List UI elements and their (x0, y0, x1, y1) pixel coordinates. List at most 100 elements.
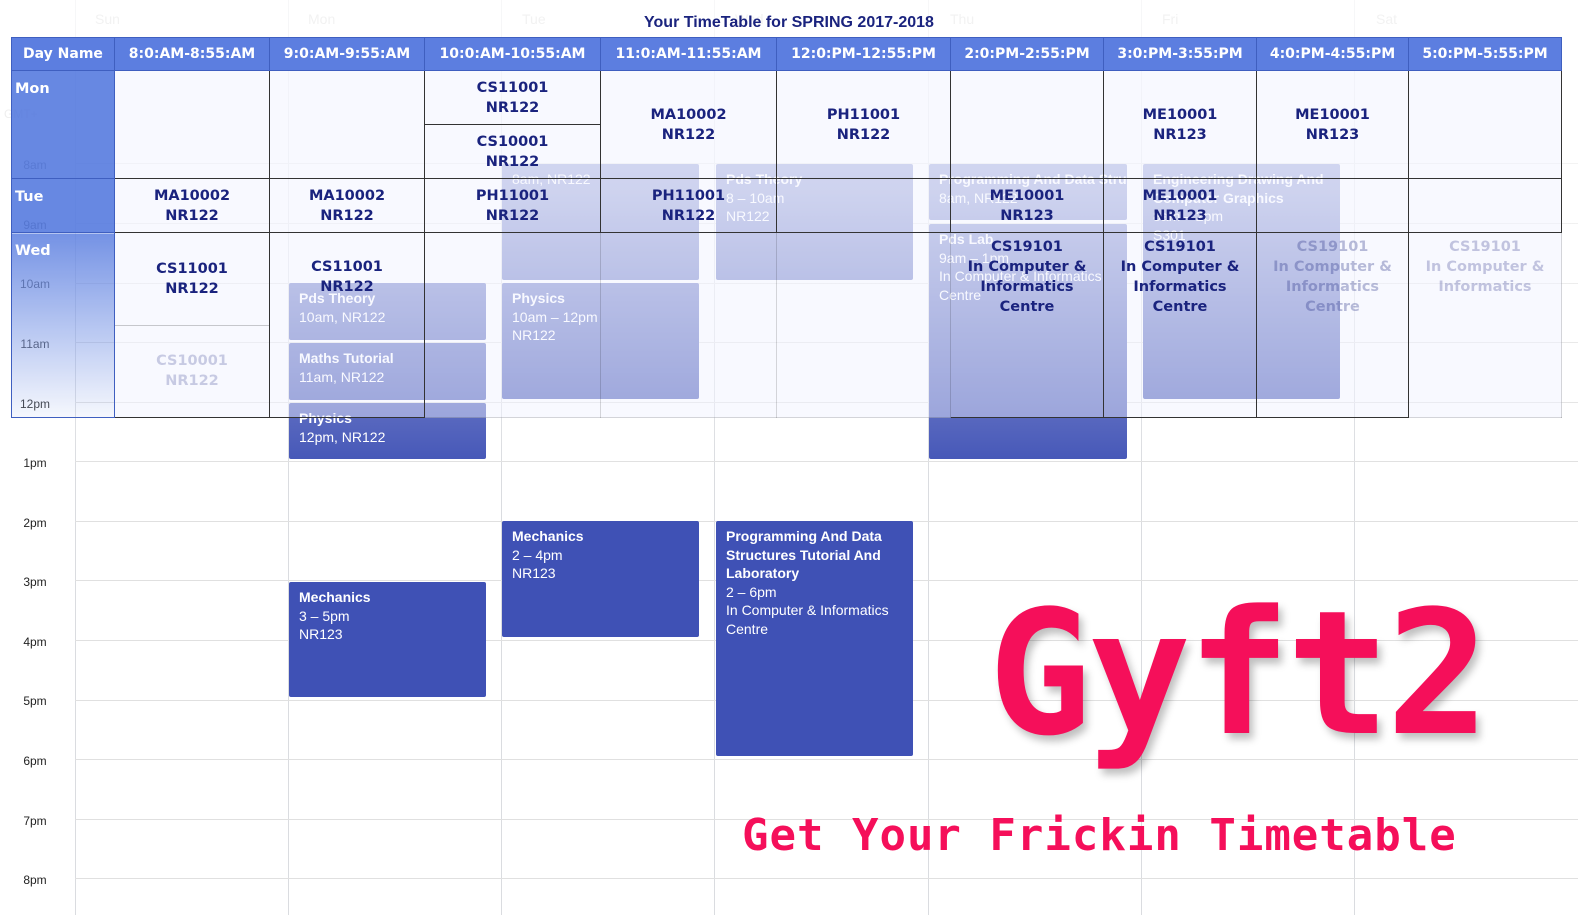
gyft2-logo: Gyft2 (988, 573, 1490, 774)
course-code: MA10002 (153, 187, 231, 204)
timetable-row-wed: Wed CS11001 NR122 CS10001 NR122 CS11001 … (11, 232, 1562, 418)
event-detail: NR123 (512, 565, 556, 581)
timetable-cell-split: CS11001 NR122 CS10001 NR122 (424, 70, 601, 179)
course-room: In Computer & Informatics Centre (1273, 259, 1392, 315)
timetable-cell (950, 70, 1104, 179)
course-code: MA10002 (650, 106, 727, 123)
course-code: ME10001 (1142, 187, 1218, 204)
hour-label: 1pm (23, 456, 47, 470)
hour-label: 7pm (23, 814, 47, 828)
course-code: ME10001 (989, 187, 1065, 204)
header-slot: 8:0:AM-8:55:AM (114, 37, 270, 71)
course-room: In Computer & Informatics (1425, 259, 1545, 295)
timetable-cell (776, 232, 951, 418)
hour-label: 3pm (23, 575, 47, 589)
day-name-cell: Wed (11, 232, 115, 418)
event-detail: 2 – 4pm (512, 546, 563, 563)
course-room: NR122 (165, 207, 219, 224)
course-code: ME10001 (1295, 106, 1370, 123)
course-room: NR123 (1000, 207, 1054, 224)
header-slot: 10:0:AM-10:55:AM (424, 37, 601, 71)
timetable-cell: CS11001 NR122 (269, 232, 425, 418)
timetable-cell: CS19101 In Computer & Informatics (1408, 232, 1562, 418)
timetable-cell (600, 232, 777, 418)
course-code: PH11001 (475, 187, 550, 204)
event-detail: NR123 (299, 626, 343, 642)
timetable-cell: PH11001 NR122 (600, 178, 777, 233)
course-room: NR122 (485, 153, 540, 170)
course-room: NR122 (836, 126, 891, 143)
event-detail: 3 – 5pm (299, 607, 350, 624)
timetable-cell (114, 70, 270, 179)
course-room: NR122 (165, 373, 219, 390)
timetable-cell: MA10002 NR122 (114, 178, 270, 233)
timetable-cell: MA10002 NR122 (269, 178, 425, 233)
header-day-name: Day Name (11, 37, 115, 71)
header-slot: 11:0:AM-11:55:AM (600, 37, 777, 71)
hour-label: 4pm (23, 635, 47, 649)
timetable-cell: MA10002 NR122 (600, 70, 777, 179)
header-slot: 3:0:PM-3:55:PM (1103, 37, 1257, 71)
timetable-grid: Day Name 8:0:AM-8:55:AM 9:0:AM-9:55:AM 1… (11, 37, 1562, 418)
timetable-cell: ME10001 NR123 (1103, 70, 1257, 179)
timetable-cell (424, 232, 601, 418)
hour-line (75, 461, 1578, 462)
calendar-event[interactable]: Mechanics 2 – 4pm NR123 (502, 521, 699, 637)
timetable-cell: CS19101 In Computer & Informatics Centre (1256, 232, 1409, 418)
course-code: CS11001 (156, 260, 228, 277)
course-room: NR122 (320, 207, 374, 224)
course-room: NR123 (1305, 126, 1360, 143)
course-code: CS11001 (311, 259, 383, 275)
timetable-cell: PH11001 NR122 (776, 70, 951, 179)
course-room: NR122 (661, 126, 716, 143)
course-code: CS19101 (991, 239, 1063, 255)
header-slot: 5:0:PM-5:55:PM (1408, 37, 1562, 71)
course-code: PH11001 (651, 187, 726, 204)
timetable-cell-split: CS11001 NR122 CS10001 NR122 (114, 232, 270, 418)
timetable-row-tue: Tue MA10002 NR122 MA10002 NR122 PH11001 … (11, 178, 1562, 233)
hour-line (75, 878, 1578, 879)
course-code: CS10001 (476, 133, 549, 150)
course-code: ME10001 (1142, 106, 1218, 123)
event-detail: In Computer & Informatics Centre (726, 602, 889, 637)
course-room: NR122 (661, 207, 716, 224)
course-room: NR123 (1153, 126, 1207, 143)
course-code: CS19101 (1296, 239, 1369, 255)
header-slot: 12:0:PM-12:55:PM (776, 37, 951, 71)
event-detail: 12pm, NR122 (299, 428, 386, 445)
course-room: NR122 (485, 207, 540, 224)
timetable-cell: ME10001 NR123 (950, 178, 1104, 233)
tagline: Get Your Frickin Timetable (742, 810, 1457, 861)
hour-label: 6pm (23, 754, 47, 768)
course-code: MA10002 (308, 187, 386, 204)
calendar-event[interactable]: Mechanics 3 – 5pm NR123 (289, 582, 486, 697)
day-name-cell: Mon (11, 70, 115, 179)
timetable-cell (269, 70, 425, 179)
course-code: CS19101 (1144, 239, 1216, 255)
hour-label: 2pm (23, 516, 47, 530)
course-code: CS10001 (156, 353, 228, 370)
event-detail: 2 – 6pm (726, 583, 777, 600)
hour-label: 5pm (23, 694, 47, 708)
course-room: NR122 (165, 280, 219, 297)
course-code: CS19101 (1449, 239, 1521, 255)
header-slot: 4:0:PM-4:55:PM (1256, 37, 1409, 71)
timetable-row-mon: Mon CS11001 NR122 CS10001 NR122 MA10002 (11, 70, 1562, 179)
timetable-cell: CS19101 In Computer & Informatics Centre (1103, 232, 1257, 418)
timetable-cell: CS19101 In Computer & Informatics Centre (950, 232, 1104, 418)
course-entry: CS11001 NR122 (425, 71, 600, 124)
course-code: CS11001 (476, 79, 549, 96)
course-room: NR122 (485, 99, 540, 116)
course-room: NR122 (320, 279, 374, 295)
timetable-cell: PH11001 NR122 (424, 178, 601, 233)
calendar-event[interactable]: Programming And Data Structures Tutorial… (716, 521, 913, 756)
event-title: Programming And Data Structures Tutorial… (726, 528, 882, 581)
course-room: In Computer & Informatics Centre (967, 259, 1087, 315)
timetable-cell (1256, 178, 1409, 233)
course-entry: CS10001 NR122 (425, 124, 600, 178)
timetable-cell (1408, 70, 1562, 179)
hour-label: 8pm (23, 873, 47, 887)
course-room: NR123 (1153, 207, 1207, 224)
timetable-header-row: Day Name 8:0:AM-8:55:AM 9:0:AM-9:55:AM 1… (11, 37, 1562, 71)
day-name-cell: Tue (11, 178, 115, 233)
